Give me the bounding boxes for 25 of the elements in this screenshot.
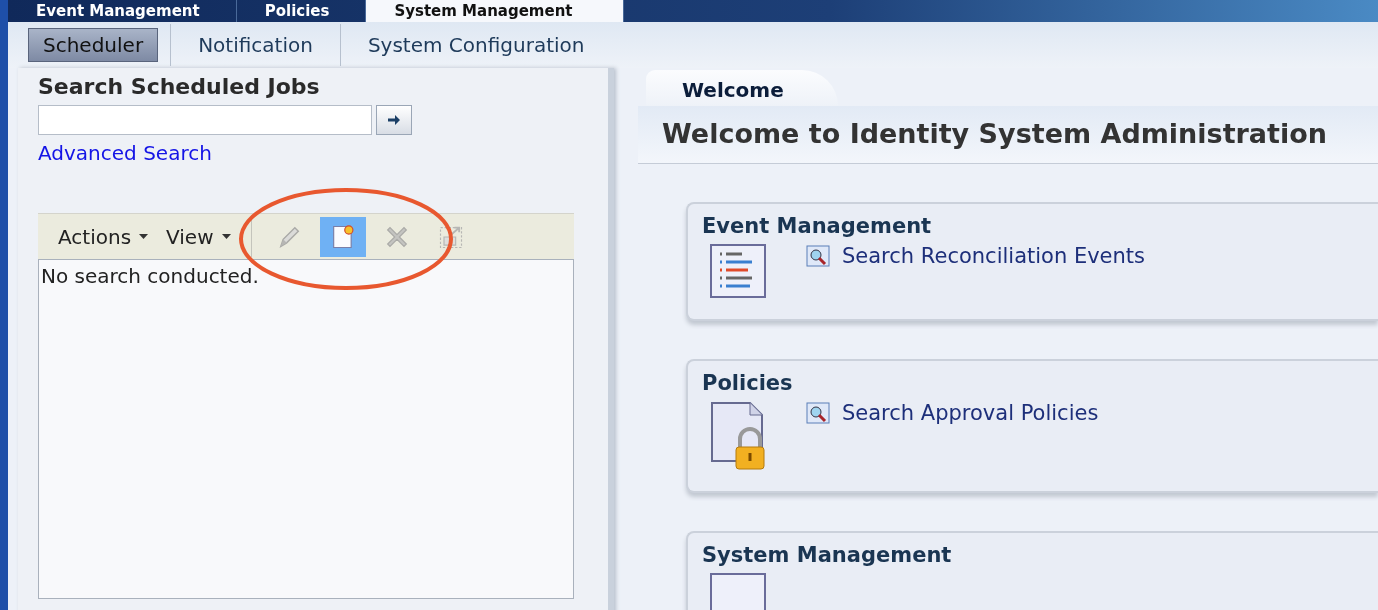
panel-title: Search Scheduled Jobs xyxy=(38,74,321,99)
search-icon xyxy=(806,245,830,267)
menu-button[interactable]: Actions xyxy=(52,220,155,253)
empty-message: No search conducted. xyxy=(40,263,260,290)
arrow-icon xyxy=(387,114,401,126)
sub-tab[interactable]: Notification xyxy=(183,28,328,62)
section-link[interactable]: Search Approval Policies xyxy=(842,401,1099,425)
locked-document-icon xyxy=(710,401,766,471)
search-icon xyxy=(806,402,830,424)
go-button[interactable] xyxy=(376,105,412,135)
sub-tab[interactable]: Scheduler xyxy=(28,28,159,62)
caret-icon xyxy=(221,234,231,239)
section-link[interactable]: Search Reconciliation Events xyxy=(842,244,1145,268)
page-title: Welcome to Identity System Administration xyxy=(662,118,1329,149)
list-icon xyxy=(710,244,766,299)
advanced-search-link[interactable]: Advanced Search xyxy=(38,141,212,165)
new-page-button[interactable] xyxy=(319,216,366,257)
sub-tab[interactable]: System Configuration xyxy=(352,28,600,62)
section-title: Event Management xyxy=(702,214,933,238)
menu-button[interactable]: View xyxy=(160,220,237,253)
section-title: Policies xyxy=(702,371,794,395)
top-tab[interactable]: System Management xyxy=(366,0,624,22)
search-field[interactable] xyxy=(38,105,372,135)
section-title: System Management xyxy=(702,543,953,567)
caret-icon xyxy=(139,234,149,239)
